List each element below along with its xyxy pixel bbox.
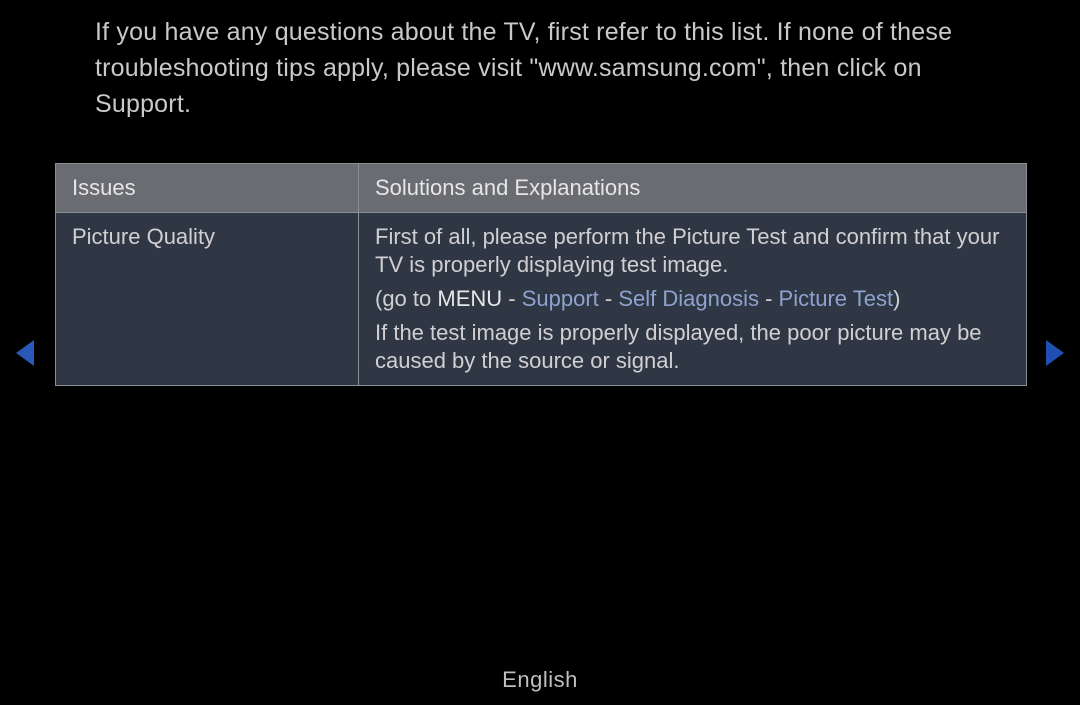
goto-sep-3: -	[759, 286, 779, 311]
prev-page-arrow[interactable]	[12, 338, 38, 368]
triangle-left-icon	[12, 338, 38, 368]
manual-page: If you have any questions about the TV, …	[0, 0, 1080, 705]
header-issues: Issues	[56, 164, 359, 212]
goto-menu: MENU	[437, 286, 502, 311]
language-label: English	[0, 667, 1080, 693]
goto-self-diagnosis: Self Diagnosis	[618, 286, 759, 311]
troubleshooting-table: Issues Solutions and Explanations Pictur…	[55, 163, 1027, 386]
goto-sep-1: -	[502, 286, 522, 311]
triangle-right-icon	[1042, 338, 1068, 368]
goto-open: (go to	[375, 286, 437, 311]
table-header-row: Issues Solutions and Explanations	[56, 164, 1026, 212]
solution-goto: (go to MENU - Support - Self Diagnosis -…	[375, 285, 1012, 313]
solution-cell: First of all, please perform the Picture…	[359, 213, 1026, 385]
goto-support: Support	[522, 286, 599, 311]
goto-sep-2: -	[599, 286, 619, 311]
next-page-arrow[interactable]	[1042, 338, 1068, 368]
intro-paragraph: If you have any questions about the TV, …	[95, 14, 975, 122]
header-solutions: Solutions and Explanations	[359, 164, 1026, 212]
table-row: Picture Quality First of all, please per…	[56, 212, 1026, 385]
solution-text-3: If the test image is properly displayed,…	[375, 319, 1012, 375]
issue-cell: Picture Quality	[56, 213, 359, 385]
goto-close: )	[893, 286, 900, 311]
goto-picture-test: Picture Test	[779, 286, 894, 311]
solution-text-1: First of all, please perform the Picture…	[375, 223, 1012, 279]
